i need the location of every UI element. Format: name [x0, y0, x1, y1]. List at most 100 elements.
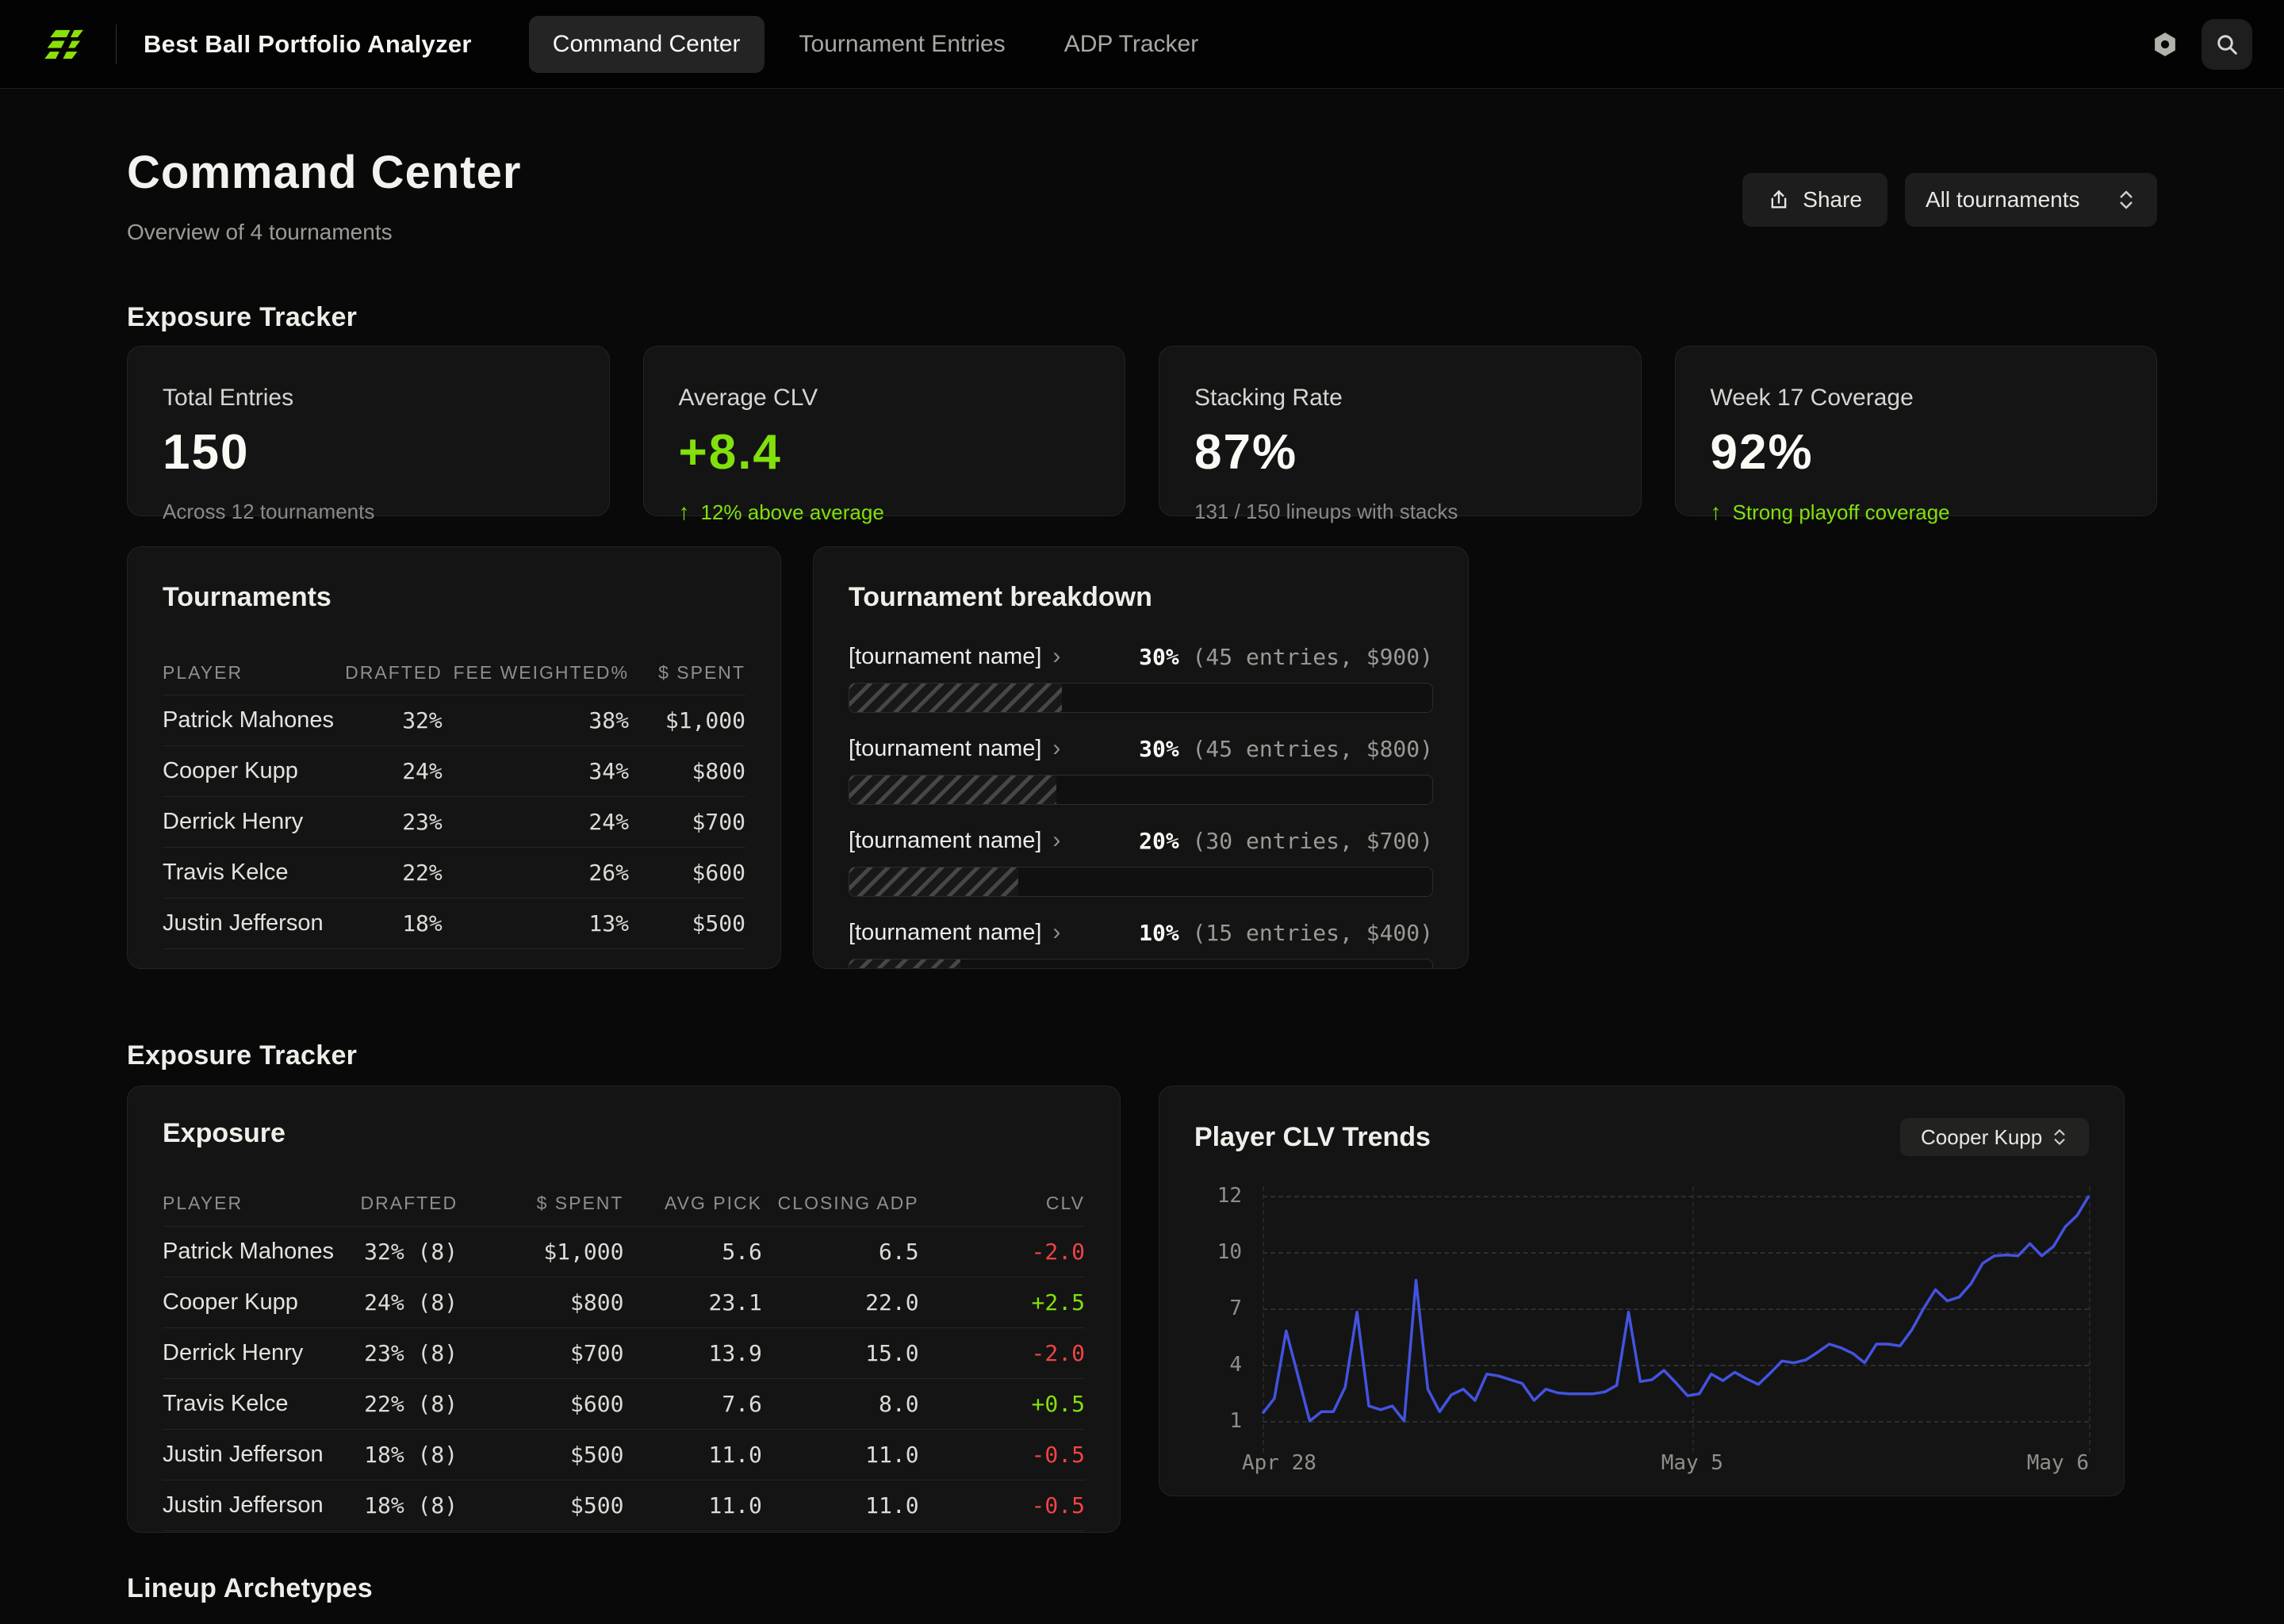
- stat-label: Stacking Rate: [1194, 385, 1606, 412]
- tournament-link[interactable]: [tournament name] ›: [849, 643, 1060, 670]
- clv-value: -2.0: [919, 1340, 1085, 1366]
- table-row: Justin Jefferson 18% (8) $500 11.0 11.0 …: [163, 1480, 1085, 1531]
- stat-label: Total Entries: [163, 385, 574, 412]
- section-exposure-tracker-1: Exposure Tracker: [127, 302, 2157, 333]
- share-label: Share: [1803, 187, 1862, 213]
- table-row: Travis Kelce 22% 26% $600: [163, 848, 745, 898]
- tab-command-center[interactable]: Command Center: [529, 16, 765, 73]
- plot-area: [1263, 1196, 2089, 1421]
- stat-caption: 131 / 150 lineups with stacks: [1194, 500, 1606, 524]
- clv-chart: 12 10 7 4 1: [1194, 1196, 2089, 1421]
- stat-value: 87%: [1194, 424, 1606, 481]
- table-row: Derrick Henry 23% (8) $700 13.9 15.0 -2.…: [163, 1328, 1085, 1379]
- tournament-link[interactable]: [tournament name] ›: [849, 919, 1060, 946]
- table-row: Derrick Henry 23% 24% $700: [163, 797, 745, 848]
- progress-track: [849, 775, 1433, 805]
- breakdown-title: Tournament breakdown: [849, 582, 1433, 613]
- page-header: Command Center Overview of 4 tournaments…: [127, 146, 2157, 245]
- exposure-table: PLAYER DRAFTED $ SPENT AVG PICK CLOSING …: [163, 1181, 1085, 1531]
- chevron-right-icon: ›: [1052, 735, 1060, 762]
- table-row: Cooper Kupp 24% (8) $800 23.1 22.0 +2.5: [163, 1277, 1085, 1328]
- clv-value: -0.5: [919, 1492, 1085, 1519]
- chevron-up-down-icon: [2116, 188, 2136, 212]
- nav-right: [2140, 19, 2252, 70]
- brand-block: Best Ball Portfolio Analyzer: [32, 21, 472, 67]
- player-select-value: Cooper Kupp: [1921, 1125, 2042, 1150]
- breakdown-item: [tournament name] › 30% (45 entries, $80…: [849, 732, 1433, 805]
- tab-adp-tracker[interactable]: ADP Tracker: [1040, 16, 1223, 73]
- breakdown-item: [tournament name] › 20% (30 entries, $70…: [849, 824, 1433, 897]
- breakdown-stats: 10% (15 entries, $400): [1139, 920, 1433, 946]
- progress-fill: [849, 776, 1056, 804]
- progress-fill: [849, 684, 1062, 712]
- main-content: Command Center Overview of 4 tournaments…: [0, 89, 2284, 1624]
- tournaments-table: PLAYER DRAFTED FEE WEIGHTED% $ SPENT Pat…: [163, 651, 745, 949]
- page-header-left: Command Center Overview of 4 tournaments: [127, 146, 521, 245]
- progress-fill: [849, 959, 960, 969]
- progress-fill: [849, 868, 1018, 896]
- up-arrow-icon: ↑: [1711, 500, 1722, 525]
- share-button[interactable]: Share: [1742, 173, 1887, 227]
- app-logo-icon: [43, 21, 89, 67]
- progress-track: [849, 959, 1433, 969]
- stat-card-average-clv: Average CLV +8.4 ↑ 12% above average: [643, 346, 1126, 516]
- section-lineup-archetypes: Lineup Archetypes: [127, 1573, 2157, 1604]
- table-row: Cooper Kupp 24% 34% $800: [163, 746, 745, 797]
- chevron-up-down-icon: [2051, 1127, 2068, 1147]
- progress-track: [849, 867, 1433, 897]
- tournament-link[interactable]: [tournament name] ›: [849, 827, 1060, 854]
- section-exposure-tracker-2: Exposure Tracker: [127, 1040, 2157, 1071]
- search-button[interactable]: [2202, 19, 2252, 70]
- stat-card-week17-coverage: Week 17 Coverage 92% ↑ Strong playoff co…: [1675, 346, 2158, 516]
- stat-value: +8.4: [679, 424, 1090, 481]
- page-subtitle: Overview of 4 tournaments: [127, 220, 521, 245]
- clv-line-svg: [1263, 1196, 2089, 1421]
- settings-button[interactable]: [2140, 19, 2190, 70]
- clv-value: +2.5: [919, 1289, 1085, 1316]
- table-row: Justin Jefferson 18% (8) $500 11.0 11.0 …: [163, 1430, 1085, 1480]
- tab-tournament-entries[interactable]: Tournament Entries: [776, 16, 1029, 73]
- gear-icon: [2152, 31, 2179, 58]
- y-axis: 12 10 7 4 1: [1194, 1196, 1242, 1421]
- search-icon: [2214, 32, 2240, 57]
- stat-card-stacking-rate: Stacking Rate 87% 131 / 150 lineups with…: [1159, 346, 1642, 516]
- clv-value: -2.0: [919, 1239, 1085, 1265]
- chevron-right-icon: ›: [1052, 827, 1060, 854]
- tournament-filter-value: All tournaments: [1926, 187, 2080, 213]
- page-header-actions: Share All tournaments: [1742, 173, 2157, 227]
- stat-label: Week 17 Coverage: [1711, 385, 2122, 412]
- tables-row: Tournaments PLAYER DRAFTED FEE WEIGHTED%…: [127, 546, 2157, 969]
- exposure-title: Exposure: [163, 1118, 1085, 1149]
- table-row: Patrick Mahones 32% 38% $1,000: [163, 695, 745, 746]
- x-axis: Apr 28 May 5 May 6: [1263, 1451, 2089, 1477]
- chart-header: Player CLV Trends Cooper Kupp: [1194, 1118, 2089, 1156]
- share-upload-icon: [1768, 189, 1790, 211]
- stat-value: 150: [163, 424, 574, 481]
- stat-label: Average CLV: [679, 385, 1090, 412]
- tournaments-title: Tournaments: [163, 582, 745, 613]
- stat-cards: Total Entries 150 Across 12 tournaments …: [127, 346, 2157, 516]
- table-header-row: PLAYER DRAFTED FEE WEIGHTED% $ SPENT: [163, 651, 745, 695]
- nav-divider: [116, 25, 117, 64]
- clv-trends-card: Player CLV Trends Cooper Kupp 12 10 7 4: [1159, 1086, 2125, 1496]
- tournament-filter-select[interactable]: All tournaments: [1905, 173, 2157, 227]
- tournament-link[interactable]: [tournament name] ›: [849, 735, 1060, 762]
- clv-line: [1263, 1196, 2089, 1421]
- breakdown-item: [tournament name] › 10% (15 entries, $40…: [849, 916, 1433, 969]
- player-select[interactable]: Cooper Kupp: [1900, 1118, 2089, 1156]
- command-center-page: Best Ball Portfolio Analyzer Command Cen…: [0, 0, 2284, 1624]
- progress-track: [849, 683, 1433, 713]
- chevron-right-icon: ›: [1052, 919, 1060, 946]
- nav-tabs: Command Center Tournament Entries ADP Tr…: [529, 16, 1222, 73]
- tournament-breakdown-card: Tournament breakdown [tournament name] ›…: [813, 546, 1469, 969]
- stat-value: 92%: [1711, 424, 2122, 481]
- stat-caption: ↑ 12% above average: [679, 500, 1090, 525]
- table-row: Patrick Mahones 32% (8) $1,000 5.6 6.5 -…: [163, 1227, 1085, 1277]
- clv-value: +0.5: [919, 1391, 1085, 1417]
- stat-card-total-entries: Total Entries 150 Across 12 tournaments: [127, 346, 610, 516]
- breakdown-stats: 30% (45 entries, $800): [1139, 736, 1433, 762]
- breakdown-stats: 20% (30 entries, $700): [1139, 828, 1433, 854]
- chart-title: Player CLV Trends: [1194, 1122, 1431, 1153]
- stat-caption: ↑ Strong playoff coverage: [1711, 500, 2122, 525]
- table-row: Travis Kelce 22% (8) $600 7.6 8.0 +0.5: [163, 1379, 1085, 1430]
